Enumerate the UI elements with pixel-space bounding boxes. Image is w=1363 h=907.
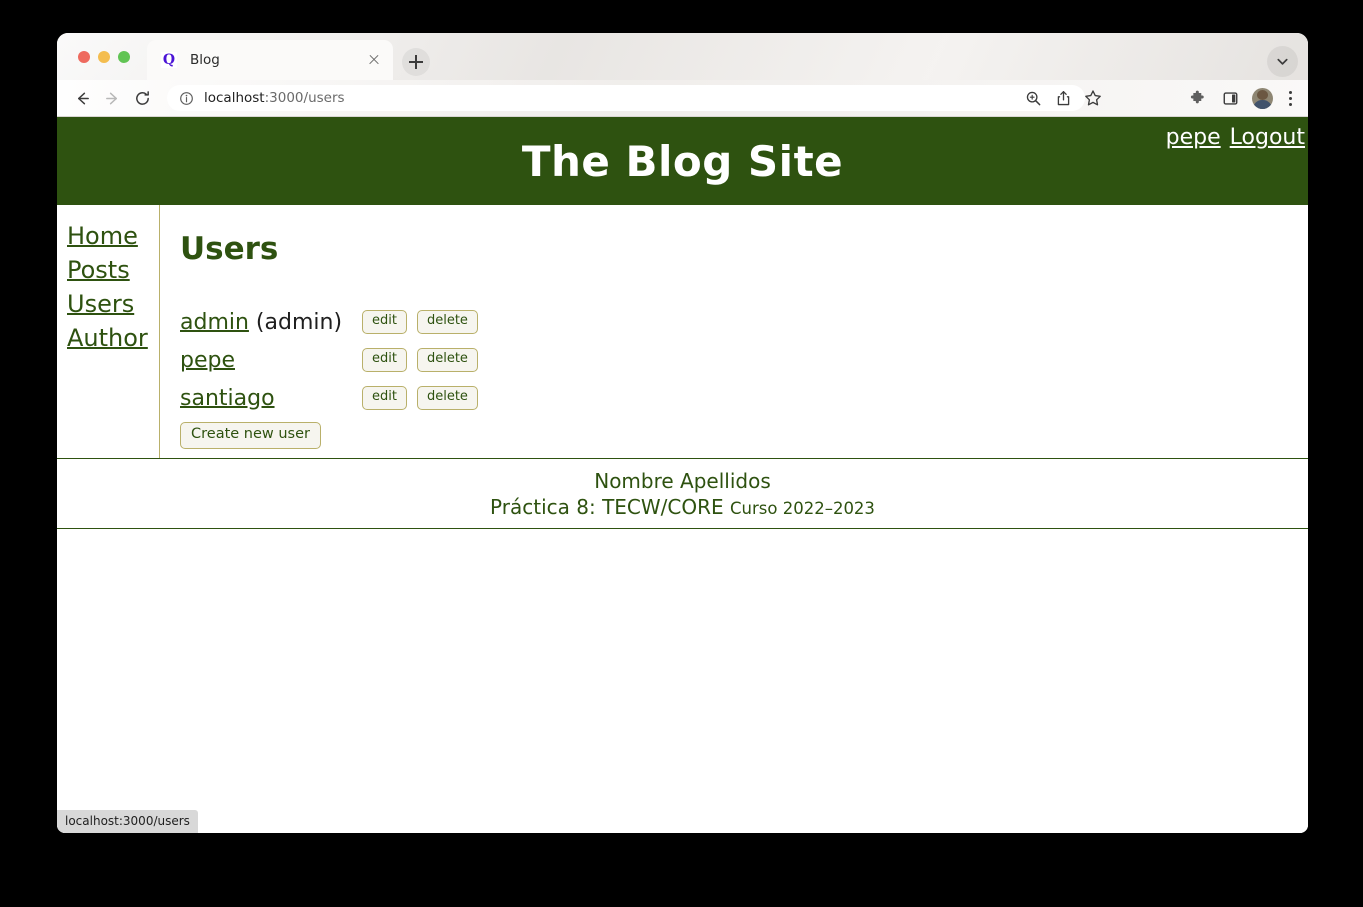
footer-year: Curso 2022–2023 [730, 499, 875, 518]
table-row: pepe edit delete [180, 341, 1308, 379]
url-path: :3000/users [264, 90, 345, 106]
browser-tab[interactable]: Q Blog [147, 40, 393, 80]
page-body: Home Posts Users Author Users admin (adm… [57, 205, 1308, 458]
footer-author: Nombre Apellidos [594, 469, 771, 493]
footer-bottom-divider [57, 528, 1308, 529]
reload-icon[interactable] [129, 85, 155, 111]
close-icon[interactable] [365, 51, 383, 69]
share-icon[interactable] [1048, 85, 1078, 111]
create-new-user-button[interactable]: Create new user [180, 422, 321, 449]
edit-button[interactable]: edit [362, 310, 407, 334]
header-user-links: pepe Logout [1166, 125, 1305, 150]
user-role: (admin) [248, 309, 343, 335]
chevron-down-icon[interactable] [1267, 46, 1298, 77]
header-link-username[interactable]: pepe [1166, 125, 1221, 150]
footer-practice: Práctica 8 [490, 495, 589, 519]
extensions-puzzle-icon[interactable] [1182, 85, 1212, 111]
sidebar: Home Posts Users Author [57, 205, 160, 458]
avatar[interactable] [1252, 87, 1273, 109]
web-page: The Blog Site pepe Logout Home Posts Use… [57, 117, 1308, 833]
info-circle-icon[interactable] [179, 91, 194, 106]
user-name-cell: admin (admin) [180, 310, 362, 335]
forward-arrow-icon[interactable] [99, 85, 125, 111]
sidebar-item-posts[interactable]: Posts [67, 253, 159, 287]
user-name-cell: pepe [180, 348, 362, 373]
quasar-q-favicon: Q [161, 52, 177, 68]
maximize-window-button[interactable] [118, 51, 130, 63]
table-row: santiago edit delete [180, 379, 1308, 417]
user-name-cell: santiago [180, 386, 362, 411]
table-row: admin (admin) edit delete [180, 303, 1308, 341]
status-bubble: localhost:3000/users [57, 810, 198, 833]
content-heading: Users [180, 231, 279, 267]
back-arrow-icon[interactable] [69, 85, 95, 111]
sidebar-item-author[interactable]: Author [67, 321, 159, 355]
delete-button[interactable]: delete [416, 310, 478, 334]
toolbar-right-icons [1182, 85, 1300, 111]
kebab-menu-icon[interactable] [1280, 87, 1300, 109]
edit-button[interactable]: edit [362, 348, 407, 372]
user-link[interactable]: santiago [180, 386, 275, 411]
delete-button[interactable]: delete [416, 348, 478, 372]
user-link[interactable]: pepe [180, 348, 235, 373]
site-footer: Nombre Apellidos Práctica 8: TECW/CORE C… [57, 459, 1308, 528]
window-traffic-lights [78, 51, 130, 63]
new-tab-button[interactable] [402, 48, 430, 76]
header-link-logout[interactable]: Logout [1230, 125, 1305, 150]
side-panel-icon[interactable] [1215, 85, 1245, 111]
tab-title: Blog [190, 52, 220, 68]
address-bar-actions [1018, 85, 1108, 111]
minimize-window-button[interactable] [98, 51, 110, 63]
bookmark-star-icon[interactable] [1078, 85, 1108, 111]
browser-window: Q Blog localhost:3000/users The Blog Sit… [57, 33, 1308, 833]
sidebar-item-home[interactable]: Home [67, 219, 159, 253]
footer-course-line: Práctica 8: TECW/CORE Curso 2022–2023 [57, 495, 1308, 519]
url-host: localhost [204, 90, 265, 106]
site-header: The Blog Site pepe Logout [57, 117, 1308, 205]
delete-button[interactable]: delete [416, 386, 478, 410]
address-bar[interactable]: localhost:3000/users [167, 85, 1085, 111]
tab-strip: Q Blog [57, 33, 1308, 80]
close-window-button[interactable] [78, 51, 90, 63]
browser-toolbar: localhost:3000/users [57, 80, 1308, 117]
page-title: The Blog Site [521, 136, 844, 186]
sidebar-item-users[interactable]: Users [67, 287, 159, 321]
address-bar-text: localhost:3000/users [204, 90, 345, 106]
zoom-icon[interactable] [1018, 85, 1048, 111]
user-link[interactable]: admin [180, 310, 249, 335]
footer-subject: : TECW/CORE [588, 495, 730, 519]
edit-button[interactable]: edit [362, 386, 407, 410]
main-content: Users admin (admin) edit delete pepe edi… [160, 205, 1308, 458]
